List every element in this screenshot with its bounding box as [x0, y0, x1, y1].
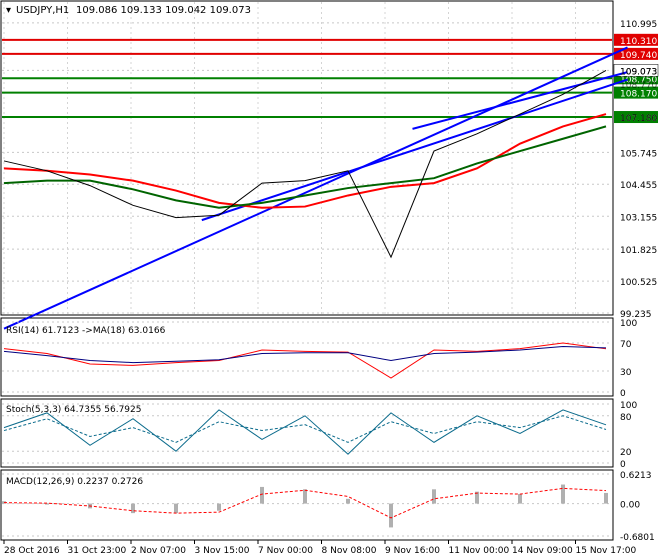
trading-terminal-chart: 110.310109.740108.750108.170107.180108.7… [0, 0, 659, 556]
stoch-title: Stoch(5,3,3) 64.7355 56.7925 [6, 405, 141, 415]
macd-bar [45, 503, 49, 505]
y-tick-label: 101.825 [620, 246, 657, 256]
macd-title: MACD(12,26,9) 0.2237 0.2726 [6, 477, 143, 487]
indicator-tick-label: 80 [620, 413, 632, 423]
hidden-level-label: 108.770 [620, 81, 657, 91]
level-label: 110.310 [620, 37, 657, 47]
indicator-tick-label: 0.6213 [620, 471, 652, 481]
indicator-tick-label: 100 [620, 401, 637, 411]
x-tick-label: 14 Nov 09:00 [512, 546, 573, 556]
y-tick-label: 103.155 [620, 213, 657, 223]
level-label: 109.740 [620, 51, 657, 61]
y-tick-label: 110.995 [620, 20, 657, 30]
x-tick-label: 3 Nov 15:00 [195, 546, 250, 556]
macd-bar [217, 503, 221, 511]
indicator-tick-label: -0.6801 [620, 533, 655, 543]
indicator-tick-label: 0.00 [620, 501, 640, 511]
macd-bar [131, 503, 135, 514]
x-axis-labels: 28 Oct 2016 31 Oct 23:00 2 Nov 07:00 3 Nov … [3, 540, 637, 556]
x-tick-label: 7 Nov 00:00 [258, 546, 313, 556]
indicator-tick-label: 30 [620, 368, 632, 378]
macd-bar [518, 494, 522, 504]
macd-bar [174, 503, 178, 514]
macd-bar [346, 498, 350, 504]
y-tick-label: 107.180 [620, 114, 657, 124]
x-tick-label: 31 Oct 23:00 [68, 546, 127, 556]
macd-bar [260, 486, 264, 504]
symbol-label: USDJPY,H1 [16, 5, 69, 16]
y-tick-label: 99.235 [620, 310, 652, 320]
y-tick-label: 104.455 [620, 181, 657, 191]
y-tick-label: 109.073 [620, 67, 657, 77]
ohlc-label: 109.086 109.133 109.042 109.073 [76, 5, 251, 16]
y-tick-label: 105.745 [620, 149, 657, 159]
macd-bar [432, 489, 436, 504]
dropdown-arrow-icon[interactable]: ▾ [6, 5, 11, 16]
macd-bar [389, 503, 393, 528]
x-tick-label: 9 Nov 16:00 [385, 546, 440, 556]
indicator-tick-label: 100 [620, 319, 637, 329]
y-tick-label: 100.525 [620, 278, 657, 288]
x-tick-label: 2 Nov 07:00 [131, 546, 186, 556]
x-tick-label: 15 Nov 17:00 [576, 546, 637, 556]
indicator-tick-label: 70 [620, 340, 632, 350]
macd-bar [604, 492, 608, 504]
indicator-tick-label: 0 [620, 460, 626, 470]
level-label: 108.170 [620, 90, 657, 100]
x-tick-label: 28 Oct 2016 [4, 546, 60, 556]
price-panel[interactable] [0, 0, 614, 316]
macd-bar [303, 489, 307, 504]
x-tick-label: 8 Nov 08:00 [322, 546, 377, 556]
indicator-tick-label: 0 [620, 389, 626, 399]
rsi-title: RSI(14) 61.7123 ->MA(18) 63.0166 [6, 326, 166, 336]
x-tick-label: 11 Nov 00:00 [449, 546, 510, 556]
macd-bar [561, 484, 565, 504]
indicator-tick-label: 20 [620, 448, 632, 458]
